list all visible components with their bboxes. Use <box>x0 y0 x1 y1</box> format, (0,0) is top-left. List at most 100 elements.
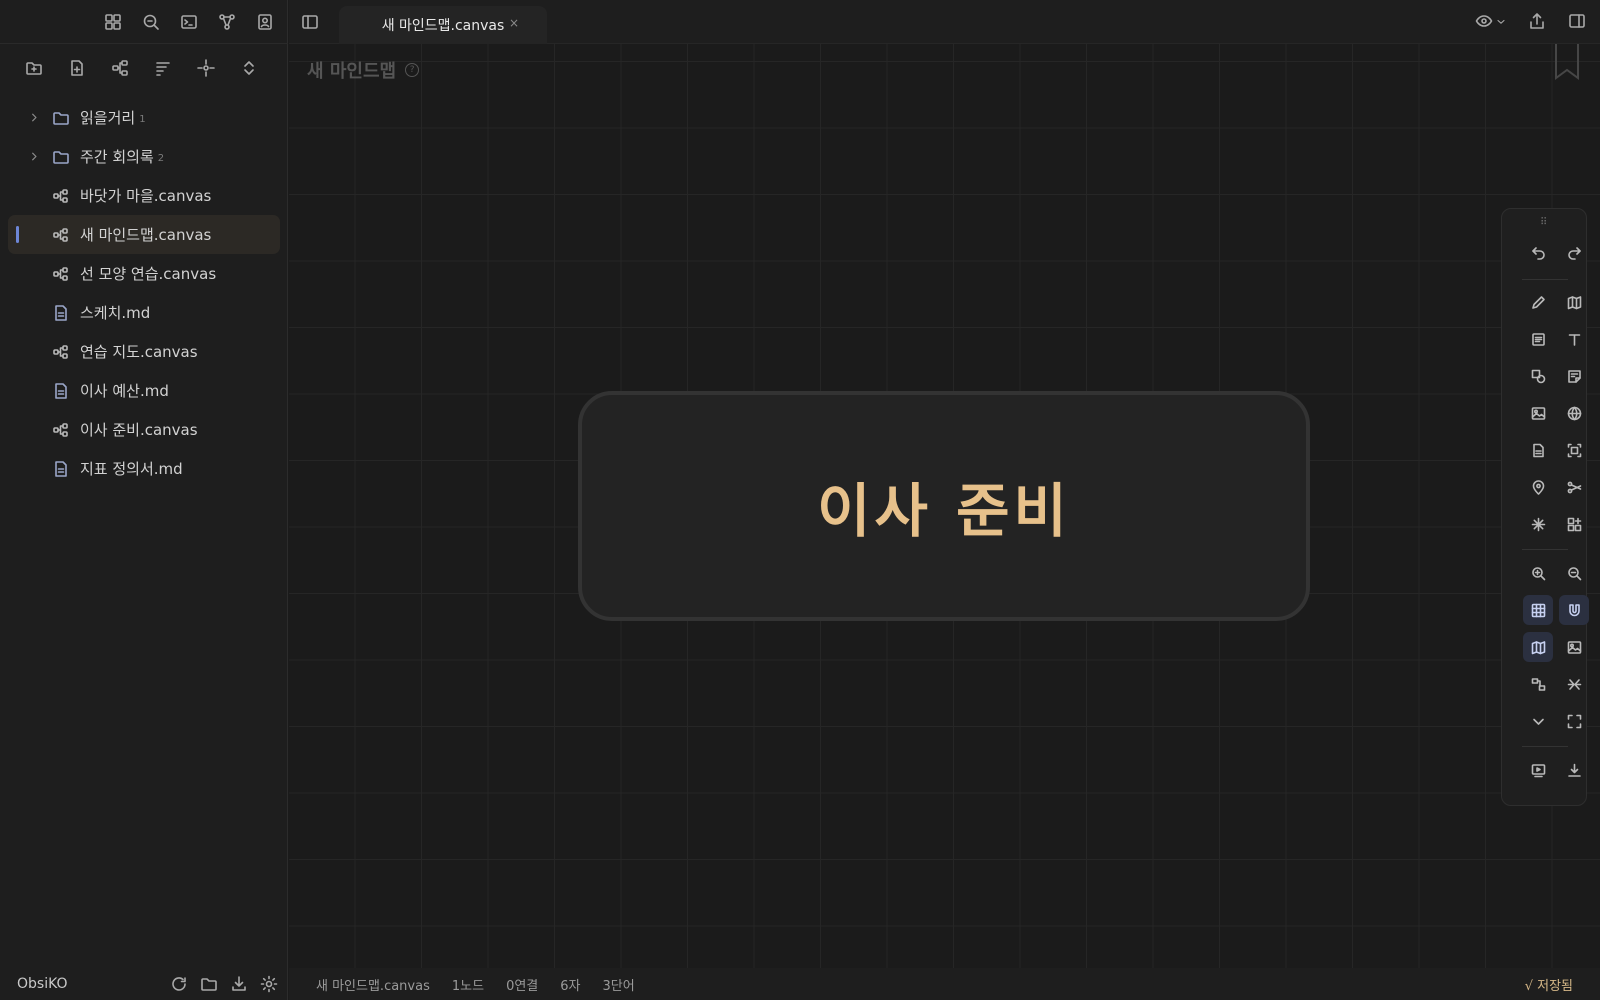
chevron-down-icon[interactable] <box>1523 706 1553 736</box>
card-icon[interactable] <box>1523 324 1553 354</box>
view-mode-eye-icon[interactable] <box>1475 12 1506 30</box>
map-icon[interactable] <box>1559 287 1589 317</box>
terminal-icon[interactable] <box>180 13 198 31</box>
download-icon[interactable] <box>230 975 248 993</box>
tab-title: 새 마인드맵.canvas <box>381 18 505 34</box>
file-item[interactable]: 연습 지도.canvas <box>8 332 280 371</box>
file-item[interactable]: 이사 예산.md <box>8 371 280 410</box>
file-item[interactable]: 선 모양 연습.canvas <box>8 254 280 293</box>
zoom-out-icon[interactable] <box>1559 558 1589 588</box>
drag-handle-icon[interactable]: ⠿ <box>1540 217 1547 228</box>
folder-icon <box>52 148 72 166</box>
connect-icon[interactable] <box>1559 472 1589 502</box>
graph-icon[interactable] <box>218 13 236 31</box>
folder-icon[interactable] <box>200 975 218 993</box>
folder-count: 2 <box>157 153 165 164</box>
expand-collapse-icon[interactable] <box>240 59 258 77</box>
note-icon[interactable] <box>1559 361 1589 391</box>
file-tree-label: 새 마인드맵.canvas <box>80 226 212 244</box>
help-icon[interactable]: ? <box>405 63 420 77</box>
file-item[interactable]: 스케치.md <box>8 293 280 332</box>
pencil-icon[interactable] <box>1523 287 1553 317</box>
new-folder-icon[interactable] <box>25 59 43 77</box>
canvas-file-icon <box>52 343 72 361</box>
canvas-file-icon <box>52 226 72 244</box>
file-tree-label: 읽을거리 <box>80 109 136 127</box>
sidebar-toggle-icon[interactable] <box>301 13 319 31</box>
share-icon[interactable] <box>1528 12 1546 30</box>
status-words: 3단어 <box>602 978 635 994</box>
canvas-title-text: 새 마인드맵 <box>307 61 397 82</box>
collapse-arrows-icon[interactable] <box>1559 669 1589 699</box>
toolbar-divider <box>1522 549 1568 550</box>
canvas-title: 새 마인드맵 ? <box>307 57 420 83</box>
file-tree-label: 이사 예산.md <box>80 382 169 400</box>
tab-active[interactable]: 새 마인드맵.canvas × <box>339 6 547 44</box>
sparkle-icon[interactable] <box>1523 509 1553 539</box>
vault-name[interactable]: ObsiKO <box>17 976 68 992</box>
file-tree-label: 주간 회의록 <box>80 148 154 166</box>
canvas-area[interactable]: 새 마인드맵 ? 이사 준비 <box>289 44 1600 968</box>
new-canvas-icon[interactable] <box>111 59 129 77</box>
sort-icon[interactable] <box>154 59 172 77</box>
chevron-right-icon[interactable] <box>29 151 45 162</box>
file-item[interactable]: 새 마인드맵.canvas <box>8 215 280 254</box>
canvas-toolbar: ⠿ <box>1501 208 1589 806</box>
folder-count: 1 <box>139 114 146 125</box>
folder-item[interactable]: 주간 회의록 2 <box>8 137 280 176</box>
right-panel-toggle-icon[interactable] <box>1568 12 1586 30</box>
fullscreen-icon[interactable] <box>1559 706 1589 736</box>
refresh-icon[interactable] <box>170 975 188 993</box>
canvas-file-icon <box>52 187 72 205</box>
file-tree-label: 이사 준비.canvas <box>80 421 198 439</box>
location-pin-icon[interactable] <box>1523 472 1553 502</box>
file-tree-label: 스케치.md <box>80 304 151 322</box>
grid-icon[interactable] <box>104 13 122 31</box>
export-download-icon[interactable] <box>1559 755 1589 785</box>
status-bar: 새 마인드맵.canvas 1노드 0연결 6자 3단어 √ 저장됨 <box>289 968 1600 1000</box>
file-item[interactable]: 지표 정의서.md <box>8 449 280 488</box>
background-image-icon[interactable] <box>1559 632 1589 662</box>
file-item[interactable]: 이사 준비.canvas <box>8 410 280 449</box>
undo-icon[interactable] <box>1523 237 1553 267</box>
snap-magnet-icon[interactable] <box>1559 595 1589 625</box>
widgets-icon[interactable] <box>1559 509 1589 539</box>
file-icon[interactable] <box>1523 435 1553 465</box>
presentation-icon[interactable] <box>1523 755 1553 785</box>
canvas-text-node[interactable]: 이사 준비 <box>578 391 1310 621</box>
file-tree-label: 지표 정의서.md <box>80 460 183 478</box>
node-text: 이사 준비 <box>817 477 1071 545</box>
locate-icon[interactable] <box>197 59 215 77</box>
canvas-file-icon <box>52 421 72 439</box>
markdown-file-icon <box>52 460 72 478</box>
file-tree-label: 선 모양 연습.canvas <box>80 265 217 283</box>
markdown-file-icon <box>52 382 72 400</box>
chevron-right-icon[interactable] <box>29 112 45 123</box>
search-zoom-icon[interactable] <box>142 13 160 31</box>
toolbar-divider <box>1522 279 1568 280</box>
redo-icon[interactable] <box>1559 237 1589 267</box>
status-nodes: 1노드 <box>451 978 485 994</box>
toolbar-divider <box>1522 746 1568 747</box>
zoom-in-icon[interactable] <box>1523 558 1553 588</box>
web-globe-icon[interactable] <box>1559 398 1589 428</box>
tab-actions <box>1475 12 1586 30</box>
text-icon[interactable] <box>1559 324 1589 354</box>
tab-close-button[interactable]: × <box>509 16 519 30</box>
markdown-file-icon <box>52 304 72 322</box>
shapes-icon[interactable] <box>1523 361 1553 391</box>
tab-bar: 새 마인드맵.canvas × <box>289 0 1600 44</box>
group-select-icon[interactable] <box>1559 435 1589 465</box>
profile-icon[interactable] <box>256 13 274 31</box>
map-view-icon[interactable] <box>1523 632 1553 662</box>
grid-toggle-icon[interactable] <box>1523 595 1553 625</box>
settings-gear-icon[interactable] <box>260 975 278 993</box>
canvas-file-icon <box>52 265 72 283</box>
image-icon[interactable] <box>1523 398 1553 428</box>
file-item[interactable]: 바닷가 마을.canvas <box>8 176 280 215</box>
new-note-icon[interactable] <box>68 59 86 77</box>
arrange-icon[interactable] <box>1523 669 1553 699</box>
file-explorer-toolbar <box>0 44 288 92</box>
bookmark-icon[interactable] <box>1554 44 1580 80</box>
folder-item[interactable]: 읽을거리 1 <box>8 98 280 137</box>
